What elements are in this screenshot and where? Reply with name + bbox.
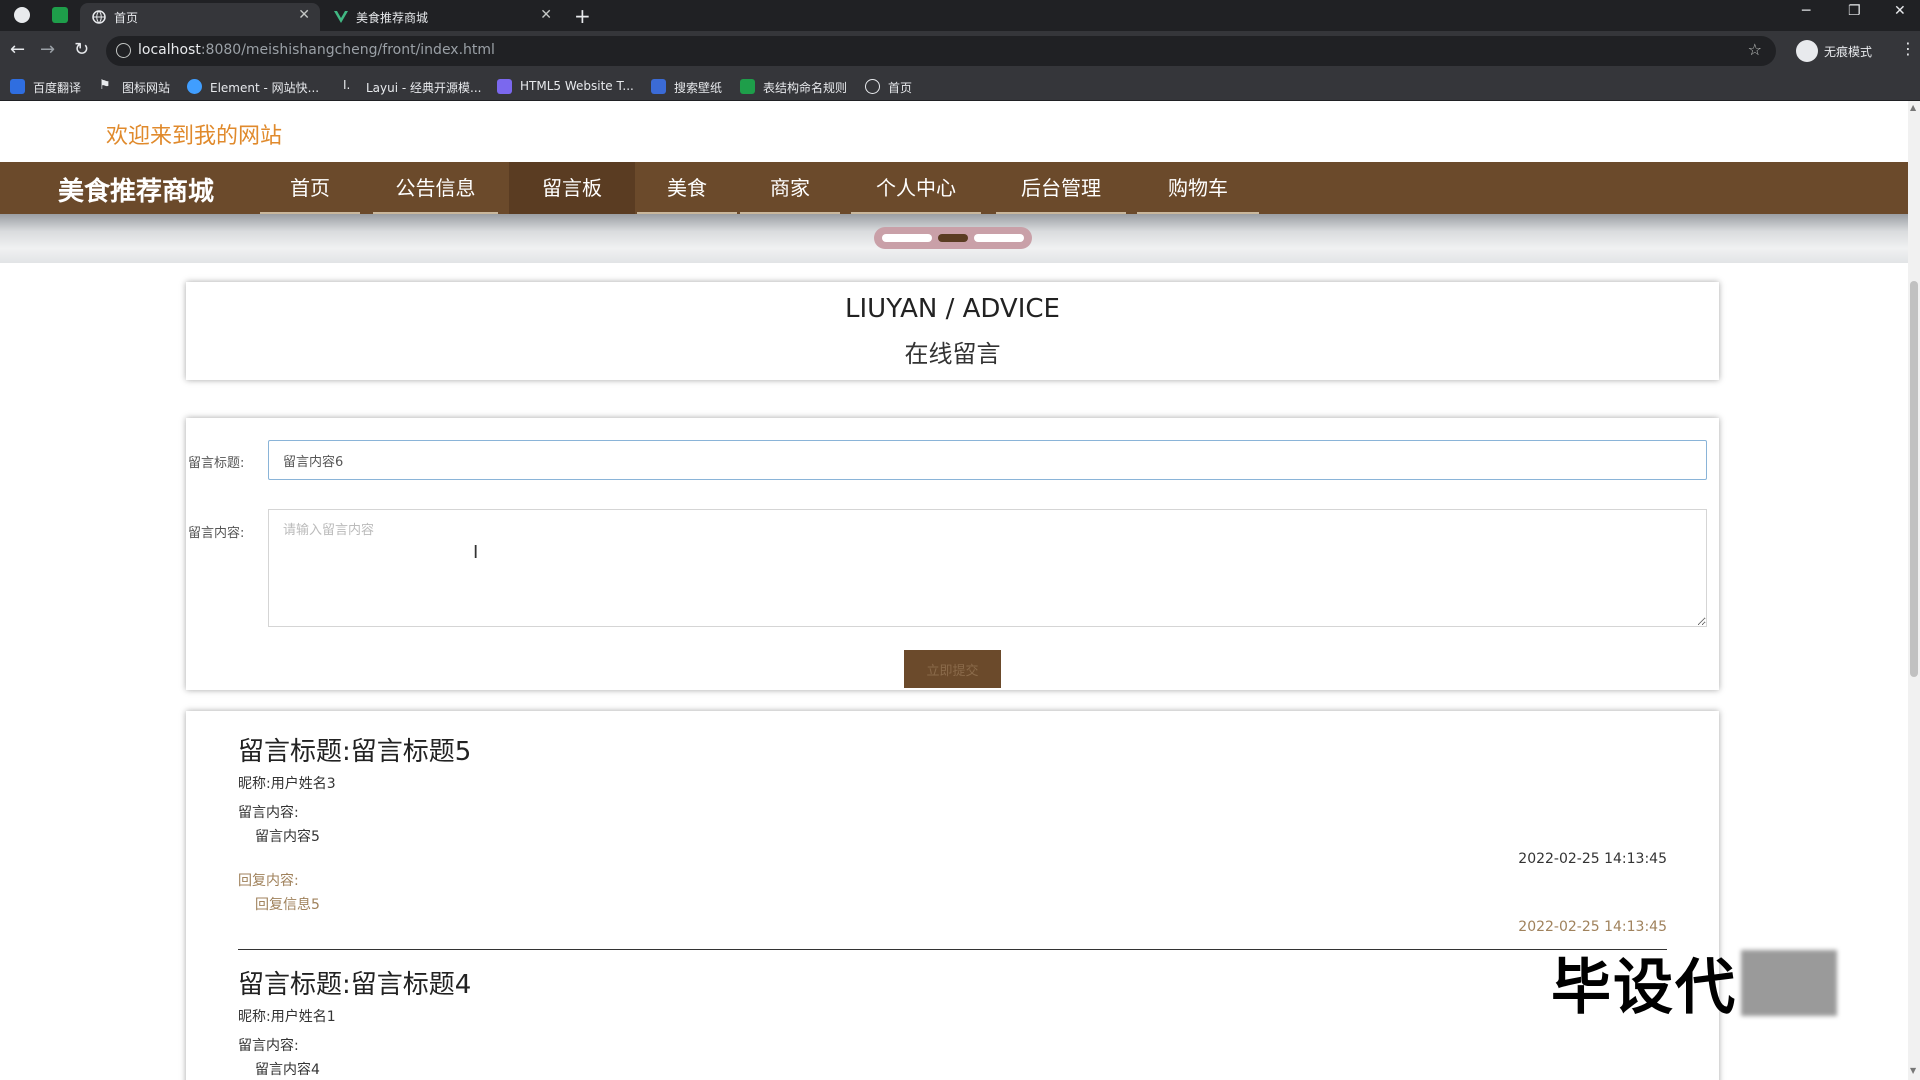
message-divider <box>238 949 1667 950</box>
section-title-en: LIUYAN / ADVICE <box>845 294 1060 324</box>
section-title-cn: 在线留言 <box>904 340 1001 368</box>
scrollbar-thumb[interactable] <box>1910 281 1918 677</box>
tab-home[interactable]: 首页 ✕ <box>80 3 320 31</box>
welcome-text: 欢迎来到我的网站 <box>106 124 283 149</box>
message-content: 留言内容5 <box>255 829 320 845</box>
reload-icon[interactable]: ↻ <box>74 39 89 60</box>
forward-icon[interactable]: → <box>40 39 55 60</box>
wallpaper-icon <box>651 79 666 94</box>
globe-icon <box>865 79 880 94</box>
globe-icon <box>92 10 106 24</box>
reply-time: 2022-02-25 14:13:45 <box>1518 919 1667 935</box>
site-info-icon[interactable] <box>116 43 131 58</box>
close-tab-icon[interactable]: ✕ <box>540 7 552 23</box>
incognito-icon <box>1796 40 1818 62</box>
nav-user-center[interactable]: 个人中心 <box>851 162 981 214</box>
bookmarks-bar: 百度翻译 ⚑ 图标网站 Element - 网站快... I. Layui - … <box>0 71 1920 101</box>
message-content-label: 留言内容: <box>238 805 299 821</box>
submit-button[interactable]: 立即提交 <box>904 650 1001 688</box>
message-form: 留言标题: 留言内容: I 立即提交 <box>186 418 1719 690</box>
pinned-sheet-icon[interactable] <box>52 7 68 23</box>
message-nickname: 昵称:用户姓名1 <box>238 1009 336 1025</box>
restore-icon[interactable]: ❐ <box>1848 3 1861 19</box>
section-header-card: LIUYAN / ADVICE 在线留言 <box>186 282 1719 380</box>
tab-label: 首页 <box>114 11 139 25</box>
scroll-down-icon[interactable]: ▼ <box>1910 1066 1916 1075</box>
back-icon[interactable]: ← <box>10 39 25 60</box>
address-bar[interactable]: localhost:8080/meishishangcheng/front/in… <box>106 36 1776 66</box>
browser-app-icon[interactable] <box>14 7 30 23</box>
tab-food-mall[interactable]: 美食推荐商城 ✕ <box>322 3 562 31</box>
nav-message-board[interactable]: 留言板 <box>509 162 635 214</box>
minimize-icon[interactable]: ─ <box>1802 3 1810 19</box>
blur-patch <box>1741 950 1837 1016</box>
element-icon <box>187 79 202 94</box>
message-title: 留言标题:留言标题4 <box>238 970 472 1000</box>
message-list: 留言标题:留言标题5 昵称:用户姓名3 留言内容: 留言内容5 2022-02-… <box>186 711 1719 1080</box>
url-host: localhost <box>138 42 201 58</box>
message-title: 留言标题:留言标题5 <box>238 737 472 767</box>
close-window-icon[interactable]: ✕ <box>1894 3 1906 19</box>
nav-merchants[interactable]: 商家 <box>740 162 840 214</box>
close-tab-icon[interactable]: ✕ <box>298 7 310 23</box>
page-viewport: 欢迎来到我的网站 美食推荐商城 首页 公告信息 留言板 美食 商家 个人中心 后… <box>0 101 1920 1080</box>
main-nav: 美食推荐商城 首页 公告信息 留言板 美食 商家 个人中心 后台管理 购物车 <box>0 162 1908 214</box>
tab-label: 美食推荐商城 <box>356 11 429 25</box>
profile-label: 无痕模式 <box>1824 45 1873 59</box>
content-label: 留言内容: <box>188 526 245 541</box>
page-scrollbar[interactable]: ▲ ▼ <box>1908 101 1920 1080</box>
message-nickname: 昵称:用户姓名3 <box>238 776 336 792</box>
nav-admin[interactable]: 后台管理 <box>996 162 1126 214</box>
nav-food[interactable]: 美食 <box>637 162 737 214</box>
browser-menu-icon[interactable]: ⋮ <box>1900 39 1916 58</box>
text-cursor-icon: I <box>473 542 479 563</box>
reply-label: 回复内容: <box>238 873 299 889</box>
layui-icon: I. <box>343 78 351 92</box>
carousel-dot[interactable] <box>974 234 1024 242</box>
bookmark-star-icon[interactable]: ☆ <box>1748 40 1762 59</box>
scroll-up-icon[interactable]: ▲ <box>1910 103 1916 112</box>
carousel-dot-active[interactable] <box>938 234 968 242</box>
url-path: :8080/meishishangcheng/front/index.html <box>200 42 495 58</box>
flag-icon: ⚑ <box>99 78 111 93</box>
sheet-icon <box>740 79 755 94</box>
nav-announcements[interactable]: 公告信息 <box>373 162 498 214</box>
nav-cart[interactable]: 购物车 <box>1137 162 1259 214</box>
message-time: 2022-02-25 14:13:45 <box>1518 851 1667 867</box>
browser-toolbar: ← → ↻ localhost:8080/meishishangcheng/fr… <box>0 31 1920 71</box>
reply-content: 回复信息5 <box>255 897 320 913</box>
site-brand[interactable]: 美食推荐商城 <box>58 171 214 208</box>
message-content-label: 留言内容: <box>238 1038 299 1054</box>
browser-tab-bar: 首页 ✕ 美食推荐商城 ✕ + ─ ❐ ✕ <box>0 0 1920 31</box>
nav-home[interactable]: 首页 <box>260 162 360 214</box>
url-text[interactable]: localhost:8080/meishishangcheng/front/in… <box>138 42 495 58</box>
new-tab-button[interactable]: + <box>574 4 591 28</box>
message-title-input[interactable] <box>268 440 1707 480</box>
watermark-overlay: 毕设代 <box>1551 939 1837 1023</box>
translate-icon <box>10 79 25 94</box>
title-label: 留言标题: <box>188 456 245 471</box>
html5-icon <box>497 79 512 94</box>
carousel-indicators <box>874 227 1032 249</box>
vue-icon <box>334 10 348 24</box>
message-content: 留言内容4 <box>255 1062 320 1078</box>
carousel-dot[interactable] <box>882 234 932 242</box>
message-content-textarea[interactable] <box>268 509 1707 627</box>
